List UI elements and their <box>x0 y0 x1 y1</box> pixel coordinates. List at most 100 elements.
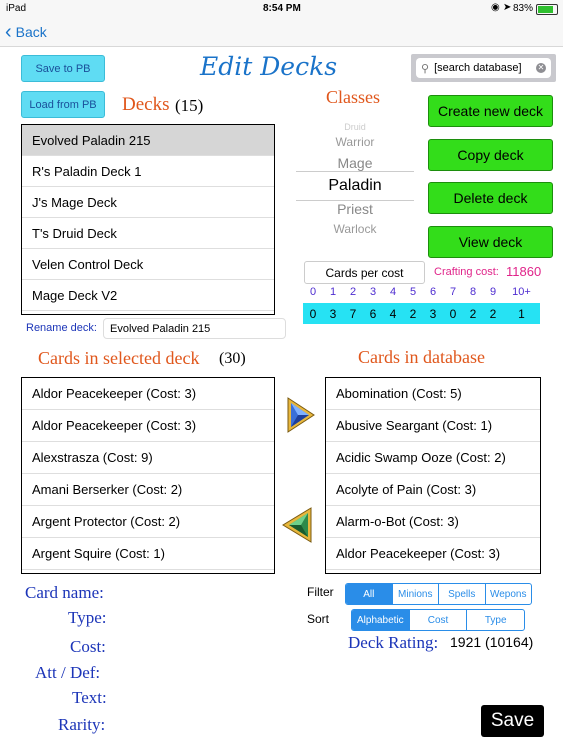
cost-count: 2 <box>469 306 477 321</box>
card-type-label: Type: <box>68 608 107 627</box>
save-button[interactable]: Save <box>481 705 544 737</box>
battery-icon <box>536 4 558 15</box>
create-new-deck-button[interactable]: Create new deck <box>428 95 553 127</box>
deck-rating-label: Deck Rating: <box>348 633 439 652</box>
save-to-pb-button[interactable]: Save to PB <box>21 55 105 82</box>
selected-deck-card-list[interactable]: Aldor Peacekeeper (Cost: 3) Aldor Peacek… <box>21 377 275 574</box>
cost-header-row: 0 1 2 3 4 5 6 7 8 9 10+ <box>303 286 540 302</box>
class-picker-item[interactable]: Druid <box>296 122 414 132</box>
crafting-cost-label: Crafting cost: <box>434 266 499 278</box>
database-card-item[interactable]: Abusive Seargant (Cost: 1) <box>326 410 540 442</box>
location-icon: ➤ <box>503 2 512 13</box>
class-picker-item[interactable]: Priest <box>296 201 414 217</box>
filter-segmented-control[interactable]: All Minions Spells Wepons <box>345 583 532 605</box>
sort-label: Sort <box>307 612 330 626</box>
delete-deck-button[interactable]: Delete deck <box>428 182 553 214</box>
filter-option-wepons[interactable]: Wepons <box>484 584 532 604</box>
deck-list[interactable]: Evolved Paladin 215 R's Paladin Deck 1 J… <box>21 124 275 315</box>
cost-header: 10+ <box>512 286 531 298</box>
clear-search-icon[interactable]: ✕ <box>536 63 546 73</box>
selected-card-item[interactable]: Argent Protector (Cost: 2) <box>22 506 274 538</box>
database-card-item[interactable]: Abomination (Cost: 5) <box>326 378 540 410</box>
filter-option-all[interactable]: All <box>346 584 392 604</box>
search-bar: ⚲ [search database] ✕ <box>411 54 556 82</box>
rename-deck-label: Rename deck: <box>26 322 97 334</box>
card-text-label: Text: <box>72 688 107 707</box>
class-picker-item[interactable]: Mage <box>296 155 414 171</box>
class-picker[interactable]: Druid Warrior Mage Paladin Priest Warloc… <box>296 119 414 239</box>
cost-count: 0 <box>449 306 457 321</box>
rename-deck-input[interactable]: Evolved Paladin 215 <box>103 318 286 339</box>
crafting-cost-value: 11860 <box>506 264 542 279</box>
database-card-item[interactable]: Acolyte of Pain (Cost: 3) <box>326 474 540 506</box>
deck-list-item[interactable]: Velen Control Deck <box>22 249 274 280</box>
cost-header: 6 <box>429 286 437 298</box>
chevron-left-icon: ‹ <box>5 21 12 43</box>
database-card-list[interactable]: Abomination (Cost: 5) Abusive Seargant (… <box>325 377 541 574</box>
cost-header: 9 <box>489 286 497 298</box>
filter-label: Filter <box>307 585 334 599</box>
selected-card-item[interactable]: Amani Berserker (Cost: 2) <box>22 474 274 506</box>
decks-label: Decks <box>122 94 170 115</box>
page-title: Edit Decks <box>200 52 338 81</box>
class-picker-item[interactable]: Warrior <box>296 135 414 149</box>
cost-histogram: 0 1 2 3 4 5 6 7 8 9 10+ 0 3 7 6 4 2 3 0 … <box>303 286 540 324</box>
class-picker-item[interactable]: Warlock <box>296 222 414 236</box>
cost-count: 4 <box>389 306 397 321</box>
sort-option-type[interactable]: Type <box>466 610 524 630</box>
selected-card-item[interactable]: Aldor Peacekeeper (Cost: 3) <box>22 410 274 442</box>
search-input[interactable]: ⚲ [search database] ✕ <box>416 58 551 78</box>
deck-list-item[interactable]: J's Mage Deck <box>22 187 274 218</box>
back-button[interactable]: ‹ Back <box>5 22 47 42</box>
sort-segmented-control[interactable]: Alphabetic Cost Type <box>351 609 525 631</box>
move-to-database-arrow-icon[interactable] <box>286 396 316 434</box>
status-bar: iPad 8:54 PM ◉ ➤ 83% <box>0 0 563 18</box>
database-label: Cards in database <box>358 347 485 367</box>
cards-per-cost-label: Cards per cost <box>304 261 425 284</box>
deck-list-item[interactable]: T's Druid Deck <box>22 218 274 249</box>
card-cost-label: Cost: <box>70 637 106 656</box>
cost-count: 2 <box>409 306 417 321</box>
filter-option-minions[interactable]: Minions <box>391 584 439 604</box>
database-card-item[interactable]: Alarm-o-Bot (Cost: 3) <box>326 506 540 538</box>
load-from-pb-button[interactable]: Load from PB <box>21 91 105 118</box>
lock-rotation-icon: ◉ <box>491 2 500 13</box>
sort-option-alphabetic[interactable]: Alphabetic <box>352 610 409 630</box>
cost-header: 2 <box>349 286 357 298</box>
back-label: Back <box>15 24 47 40</box>
cost-header: 7 <box>449 286 457 298</box>
search-placeholder: [search database] <box>434 62 522 74</box>
sort-option-cost[interactable]: Cost <box>408 610 467 630</box>
deck-list-item[interactable]: Evolved Paladin 215 <box>22 125 274 156</box>
filter-option-spells[interactable]: Spells <box>438 584 485 604</box>
selected-deck-label: Cards in selected deck <box>38 348 200 368</box>
database-card-item[interactable]: Acidic Swamp Ooze (Cost: 2) <box>326 442 540 474</box>
database-card-item[interactable]: Aldor Peacekeeper (Cost: 3) <box>326 538 540 570</box>
cost-count: 2 <box>489 306 497 321</box>
class-picker-selected[interactable]: Paladin <box>296 177 414 195</box>
copy-deck-button[interactable]: Copy deck <box>428 139 553 171</box>
cost-count: 1 <box>518 306 525 321</box>
cost-header: 5 <box>409 286 417 298</box>
search-icon: ⚲ <box>421 62 430 75</box>
decks-count: (15) <box>175 96 204 115</box>
selected-card-item[interactable]: Argent Squire (Cost: 1) <box>22 538 274 570</box>
cost-count: 6 <box>369 306 377 321</box>
deck-list-item[interactable]: R's Paladin Deck 1 <box>22 156 274 187</box>
cost-header: 4 <box>389 286 397 298</box>
card-name-label: Card name: <box>25 583 104 602</box>
cost-header: 8 <box>469 286 477 298</box>
device-label: iPad <box>6 3 27 14</box>
cost-header: 1 <box>329 286 337 298</box>
deck-list-item[interactable]: Mage Deck V2 <box>22 280 274 311</box>
card-att-def-label: Att / Def: <box>35 663 101 682</box>
deck-rating-value: 1921 (10164) <box>450 634 534 650</box>
selected-card-item[interactable]: Aldor Peacekeeper (Cost: 3) <box>22 378 274 410</box>
card-rarity-label: Rarity: <box>58 715 106 734</box>
view-deck-button[interactable]: View deck <box>428 226 553 258</box>
cost-count: 0 <box>309 306 317 321</box>
cost-header: 3 <box>369 286 377 298</box>
cost-count: 7 <box>349 306 357 321</box>
add-to-deck-arrow-icon[interactable] <box>281 506 313 544</box>
selected-card-item[interactable]: Alexstrasza (Cost: 9) <box>22 442 274 474</box>
